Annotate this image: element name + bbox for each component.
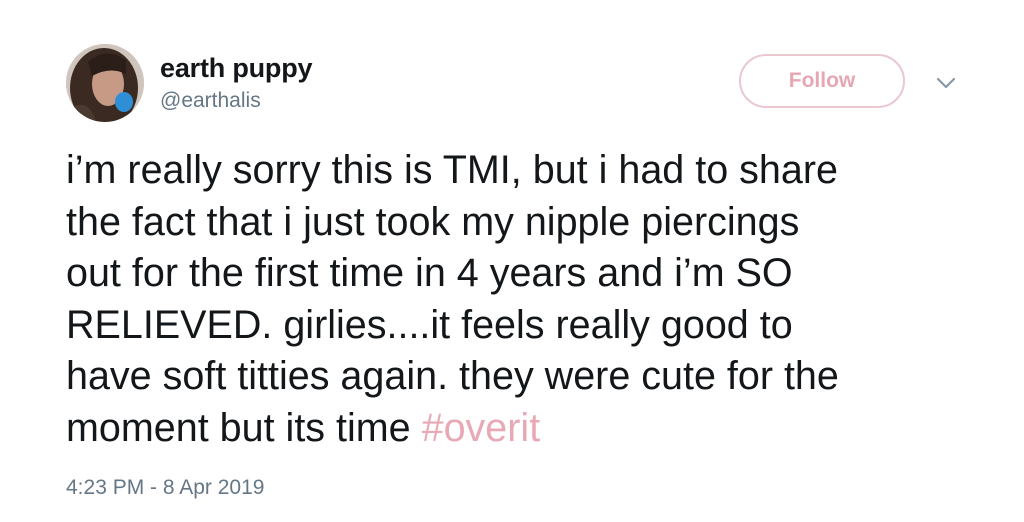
tweet-line: i’m really sorry this is TMI, but i had …: [66, 148, 838, 192]
tweet-line: the fact that i just took my nipple pier…: [66, 199, 800, 244]
tweet-line: RELIEVED. girlies....it feels really goo…: [66, 302, 793, 347]
tweet-line: have soft titties again. they were cute …: [66, 354, 839, 398]
tweet-card: earth puppy @earthalis Follow i’m really…: [0, 0, 1024, 522]
tweet-line-text: moment but its time: [66, 405, 422, 450]
tweet-text: i’m really sorry this is TMI, but i had …: [66, 145, 966, 454]
user-handle[interactable]: @earthalis: [160, 89, 261, 113]
display-name[interactable]: earth puppy: [160, 53, 313, 84]
avatar[interactable]: [66, 44, 144, 122]
follow-button[interactable]: Follow: [739, 54, 905, 108]
chevron-down-icon[interactable]: [934, 74, 958, 92]
tweet-line-last: moment but its time #overit: [66, 403, 966, 455]
tweet-timestamp[interactable]: 4:23 PM - 8 Apr 2019: [66, 476, 264, 500]
avatar-photo: [66, 44, 144, 122]
tweet-line: out for the first time in 4 years and i’…: [66, 251, 793, 295]
hashtag-link[interactable]: #overit: [422, 406, 541, 450]
